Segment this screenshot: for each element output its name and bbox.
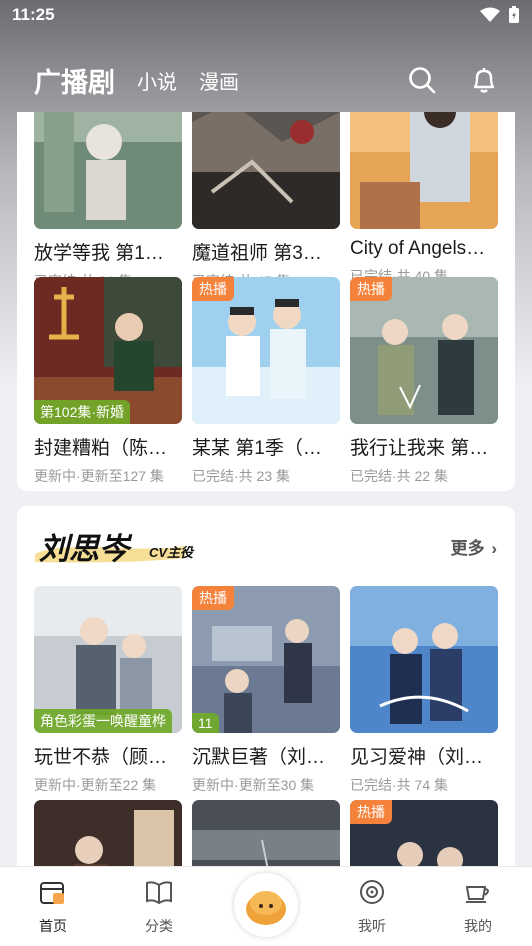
drama-item[interactable]: 热播 我行让我来 第… 已完结·共 22 集 <box>350 277 498 486</box>
hot-badge: 热播 <box>350 277 392 301</box>
drama-cover[interactable]: 角色彩蛋一唤醒童桦 <box>34 586 182 733</box>
book-icon <box>146 881 172 905</box>
tab-mine[interactable]: 我的 <box>443 877 513 936</box>
drama-item[interactable]: 第102集·新婚 封建糟粕（陈… 更新中·更新至127 集 <box>34 277 182 486</box>
cv-section-card: 刘思岑 CV主役 更多 › 角色彩蛋一唤醒童桦 玩世不恭（顾… 更新中·更新至2… <box>17 506 515 866</box>
bottom-tab-bar: 首页 分类 我听 我的 <box>0 866 532 946</box>
episode-badge: 角色彩蛋一唤醒童桦 <box>34 709 172 733</box>
drama-cover[interactable]: 热播 <box>192 277 340 424</box>
drama-title: 见习爱神（刘… <box>350 747 484 768</box>
drama-meta: 已完结·共 23 集 <box>192 468 291 484</box>
drama-item[interactable]: 热播 <box>350 800 498 866</box>
hot-badge: 热播 <box>192 277 234 301</box>
chevron-right-icon: › <box>491 539 497 558</box>
drama-item[interactable]: 见习爱神（刘… 已完结·共 74 集 <box>350 586 498 795</box>
drama-cover[interactable] <box>350 112 498 229</box>
drama-title: 玩世不恭（顾… <box>34 747 168 768</box>
top-nav: 广播剧 小说 漫画 <box>0 56 532 104</box>
drama-meta: 更新中·更新至22 集 <box>34 777 157 793</box>
drama-meta: 更新中·更新至30 集 <box>192 777 315 793</box>
drama-cover[interactable]: 热播 <box>350 800 498 866</box>
drama-cover[interactable] <box>192 800 340 866</box>
headphone-icon <box>360 880 384 904</box>
feed[interactable]: 放学等我 第1… 已完结·共 26 集 魔道祖师 第3… 已完结·共 45 集 … <box>0 112 532 866</box>
drama-cover[interactable]: 热播 <box>350 277 498 424</box>
home-icon <box>40 882 64 904</box>
episode-badge: 第102集·新婚 <box>34 400 131 424</box>
mascot-icon <box>246 891 286 925</box>
drama-title: 某某 第1季（… <box>192 438 322 459</box>
drama-item[interactable]: 角色彩蛋一唤醒童桦 玩世不恭（顾… 更新中·更新至22 集 <box>34 586 182 795</box>
tab-radio-drama[interactable]: 广播剧 <box>34 61 115 100</box>
hot-badge: 热播 <box>350 800 392 824</box>
drama-item[interactable]: 热播 11 沉默巨著（刘… 更新中·更新至30 集 <box>192 586 340 795</box>
drama-cover[interactable] <box>34 112 182 229</box>
cv-name-logo: 刘思岑 CV主役 <box>35 524 195 568</box>
drama-cover[interactable]: 第102集·新婚 <box>34 277 182 424</box>
drama-cover[interactable] <box>350 586 498 733</box>
more-button[interactable]: 更多 › <box>451 534 497 559</box>
drama-item[interactable] <box>34 800 182 866</box>
tab-category[interactable]: 分类 <box>124 877 194 936</box>
drama-cover[interactable] <box>192 112 340 229</box>
drama-title: City of Angels… <box>350 238 486 259</box>
drama-item[interactable] <box>192 800 340 866</box>
drama-cover[interactable]: 热播 11 <box>192 586 340 733</box>
cv-tag: CV主役 <box>149 545 194 560</box>
hot-badge: 热播 <box>192 586 234 610</box>
drama-card: 放学等我 第1… 已完结·共 26 集 魔道祖师 第3… 已完结·共 45 集 … <box>17 112 515 491</box>
tab-home[interactable]: 首页 <box>18 877 88 936</box>
drama-meta: 已完结·共 22 集 <box>350 468 449 484</box>
status-bar: 11:25 <box>0 0 532 30</box>
drama-title: 魔道祖师 第3… <box>192 243 322 264</box>
tab-novel[interactable]: 小说 <box>137 66 177 95</box>
tab-listen[interactable]: 我听 <box>337 877 407 936</box>
drama-title: 封建糟粕（陈… <box>34 438 168 459</box>
drama-item[interactable]: 热播 某某 第1季（… 已完结·共 23 集 <box>192 277 340 486</box>
center-play-button[interactable] <box>234 873 298 937</box>
drama-title: 沉默巨著（刘… <box>192 747 326 768</box>
drama-meta: 更新中·更新至127 集 <box>34 468 164 484</box>
drama-title: 放学等我 第1… <box>34 243 164 264</box>
status-time: 11:25 <box>12 5 55 24</box>
drama-item[interactable]: 放学等我 第1… 已完结·共 26 集 <box>34 112 182 291</box>
search-icon[interactable] <box>408 66 436 94</box>
wifi-icon <box>480 7 500 22</box>
drama-item[interactable]: City of Angels… 已完结·共 40 集 <box>350 112 498 286</box>
drama-item[interactable]: 魔道祖师 第3… 已完结·共 45 集 <box>192 112 340 291</box>
cup-icon <box>465 886 489 903</box>
battery-icon <box>509 6 519 23</box>
drama-title: 我行让我来 第… <box>350 438 489 459</box>
bell-icon[interactable] <box>470 66 498 94</box>
cv-name: 刘思岑 <box>39 533 129 566</box>
section-header: 刘思岑 CV主役 更多 › <box>17 520 515 572</box>
tab-comic[interactable]: 漫画 <box>199 66 239 95</box>
drama-meta: 已完结·共 74 集 <box>350 777 449 793</box>
drama-cover[interactable] <box>34 800 182 866</box>
episode-badge: 11 <box>192 713 219 733</box>
